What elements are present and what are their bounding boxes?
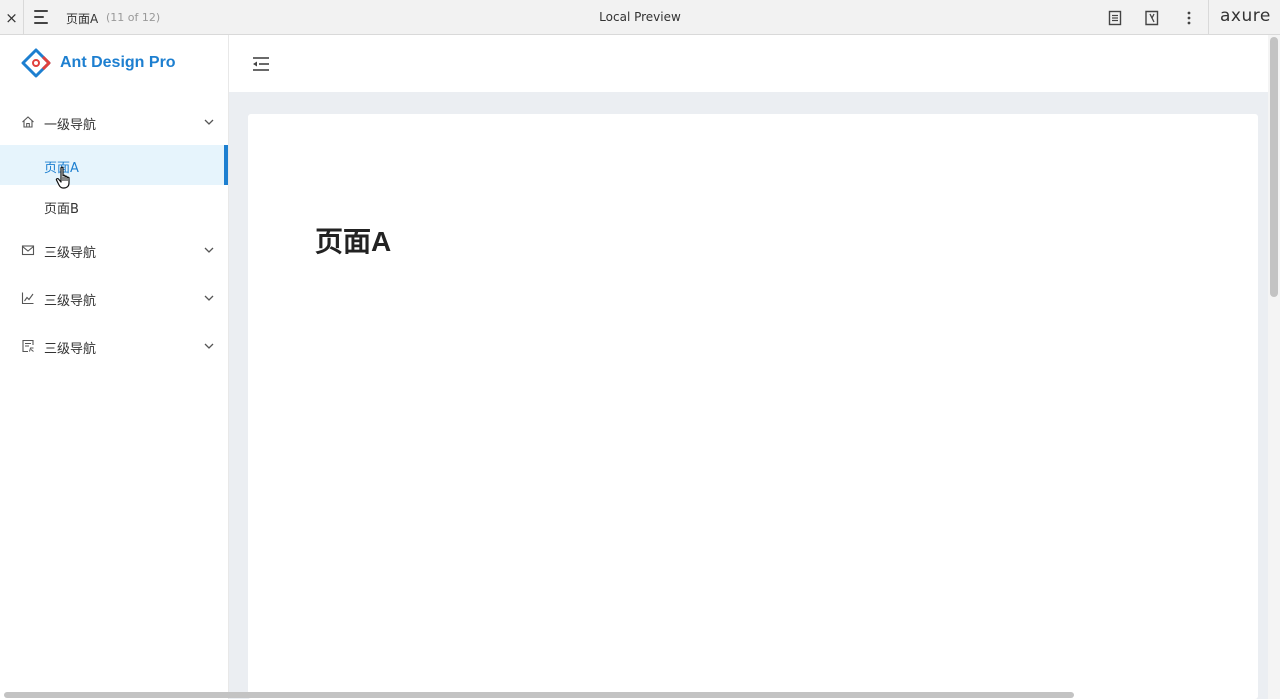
close-icon[interactable]: ×	[0, 0, 24, 35]
content-card: 页面A	[248, 114, 1258, 699]
nav-group-label: 三级导航	[44, 294, 97, 309]
nav-item-page-a[interactable]: 页面A	[0, 145, 228, 185]
horizontal-scrollbar-thumb[interactable]	[4, 692, 1074, 698]
nav-item-page-b[interactable]: 页面B	[0, 186, 228, 226]
axure-logo[interactable]: axure	[1220, 6, 1271, 26]
nav-group-level3-mail[interactable]: 三级导航	[0, 230, 228, 270]
menu-fold-icon[interactable]	[251, 56, 271, 72]
home-icon	[22, 116, 34, 128]
line-chart-icon	[21, 292, 34, 305]
sidebar: Ant Design Pro 一级导航 页面A 页面B 三级导航	[0, 35, 229, 699]
nav-item-label: 页面B	[44, 202, 79, 217]
inspect-icon[interactable]	[1143, 9, 1161, 27]
nav-group-label: 一级导航	[44, 118, 97, 133]
chevron-down-icon	[204, 247, 214, 253]
window-title: Local Preview	[599, 10, 681, 24]
nav-group-label: 三级导航	[44, 246, 97, 261]
chevron-down-icon	[204, 343, 214, 349]
notes-icon[interactable]	[1106, 9, 1124, 27]
brand[interactable]: Ant Design Pro	[0, 35, 228, 91]
nav-group-label: 三级导航	[44, 342, 97, 357]
brand-name: Ant Design Pro	[60, 54, 176, 71]
toolbar-divider	[1208, 0, 1209, 35]
current-page-name: 页面A	[66, 12, 99, 26]
axure-toolbar: × 页面A (11 of 12) Local Preview axure	[0, 0, 1280, 35]
content-header	[229, 35, 1268, 92]
page-title: 页面A	[315, 226, 392, 257]
more-options-icon[interactable]	[1180, 9, 1198, 27]
ant-design-logo-icon	[21, 48, 51, 78]
page-count: (11 of 12)	[106, 11, 161, 24]
sitemap-menu-icon[interactable]	[34, 10, 54, 26]
mail-icon	[21, 245, 35, 256]
chevron-down-icon	[204, 295, 214, 301]
hand-cursor-icon	[55, 166, 70, 189]
nav-group-level1[interactable]: 一级导航	[0, 102, 228, 142]
nav-group-level3-form[interactable]: 三级导航	[0, 326, 228, 366]
selected-indicator	[224, 145, 228, 185]
nav-group-level3-chart[interactable]: 三级导航	[0, 278, 228, 318]
chevron-down-icon	[204, 119, 214, 125]
form-icon	[22, 339, 34, 353]
vertical-scrollbar-thumb[interactable]	[1270, 37, 1278, 297]
